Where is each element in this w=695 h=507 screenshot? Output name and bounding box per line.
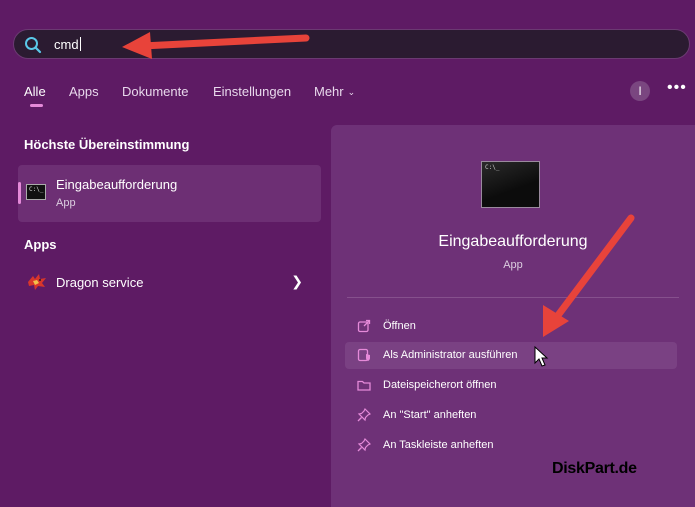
watermark: DiskPart.de [552,460,637,477]
arrow-to-admin-icon [543,214,635,337]
annotation-overlay [122,32,635,367]
mouse-cursor-icon [534,345,549,367]
arrow-to-search-icon [122,32,310,59]
